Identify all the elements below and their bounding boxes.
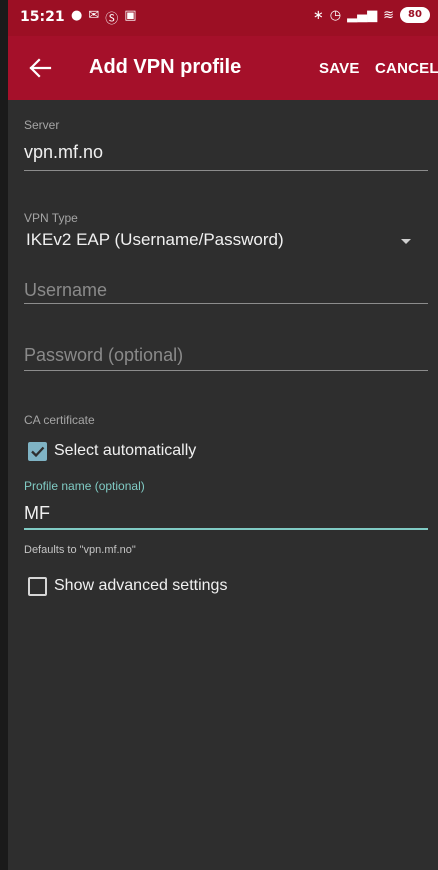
- server-label: Server: [24, 118, 60, 132]
- system-icons: ∗ ◷ ▂▄▆ ≋ 80: [313, 7, 430, 23]
- back-arrow-icon: [29, 58, 52, 78]
- select-automatically-label[interactable]: Select automatically: [54, 442, 196, 460]
- page-title: Add VPN profile: [89, 56, 242, 78]
- skype-icon: Ⓢ: [105, 12, 119, 27]
- signal-icon: ▂▄▆: [347, 7, 378, 23]
- save-button[interactable]: SAVE: [319, 60, 360, 77]
- password-underline: [24, 370, 428, 371]
- vpn-type-select[interactable]: IKEv2 EAP (Username/Password): [26, 230, 284, 250]
- profile-name-underline: [24, 528, 428, 530]
- server-underline: [24, 170, 428, 171]
- ca-certificate-label: CA certificate: [24, 413, 95, 427]
- server-input[interactable]: vpn.mf.no: [24, 142, 103, 163]
- alarm-icon: ◷: [329, 7, 342, 23]
- dropdown-arrow-icon[interactable]: [401, 239, 411, 244]
- profile-name-label: Profile name (optional): [24, 479, 145, 493]
- show-advanced-label[interactable]: Show advanced settings: [54, 577, 227, 595]
- vpn-type-label: VPN Type: [24, 211, 78, 225]
- select-automatically-checkbox[interactable]: [28, 442, 47, 461]
- cancel-button[interactable]: CANCEL: [375, 60, 438, 77]
- profile-name-helper: Defaults to "vpn.mf.no": [24, 544, 136, 556]
- notification-icons: ● ✉ Ⓢ ▣: [71, 8, 137, 27]
- status-bar: 15:21 ● ✉ Ⓢ ▣ ∗ ◷ ▂▄▆ ≋ 80: [8, 0, 438, 36]
- mail-icon: ✉: [88, 8, 100, 23]
- translate-icon: ▣: [124, 8, 137, 23]
- back-button[interactable]: [26, 50, 56, 86]
- password-field[interactable]: Password (optional): [24, 345, 183, 366]
- wifi-icon: ≋: [383, 7, 394, 23]
- show-advanced-checkbox[interactable]: [28, 577, 47, 596]
- username-underline: [24, 303, 428, 304]
- checkmark-icon: [31, 446, 45, 458]
- bluetooth-icon: ∗: [312, 7, 324, 23]
- notification-dot-icon: ●: [71, 8, 83, 23]
- profile-name-input[interactable]: MF: [24, 503, 50, 524]
- username-field[interactable]: Username: [24, 280, 107, 301]
- status-time: 15:21: [20, 9, 65, 25]
- app-toolbar: Add VPN profile SAVE CANCEL: [8, 36, 438, 100]
- app-screen: 15:21 ● ✉ Ⓢ ▣ ∗ ◷ ▂▄▆ ≋ 80 Add VPN profi…: [8, 0, 438, 870]
- battery-icon: 80: [400, 7, 430, 23]
